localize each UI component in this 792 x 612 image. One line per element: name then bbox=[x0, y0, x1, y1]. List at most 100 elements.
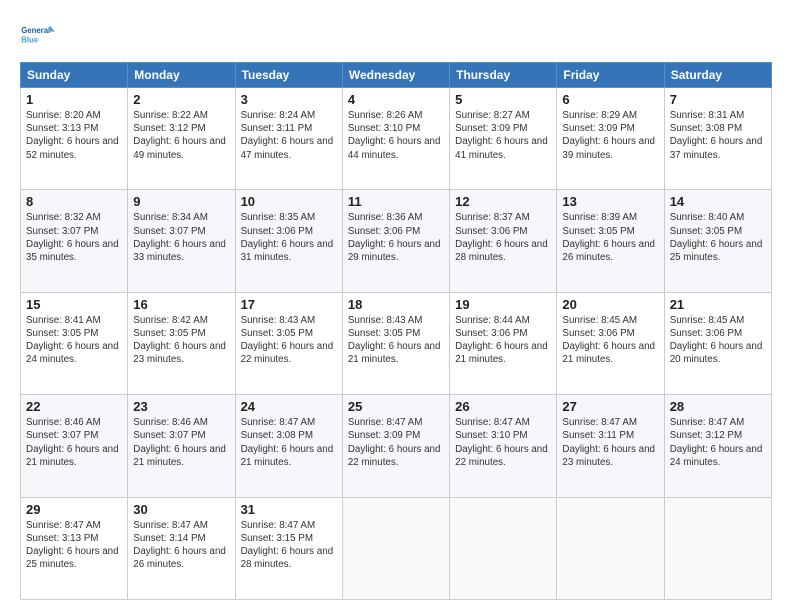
day-info: Sunrise: 8:29 AMSunset: 3:09 PMDaylight:… bbox=[562, 109, 658, 162]
day-number: 30 bbox=[133, 502, 229, 517]
day-info: Sunrise: 8:43 AMSunset: 3:05 PMDaylight:… bbox=[348, 314, 444, 367]
logo: General Blue bbox=[20, 16, 56, 52]
day-number: 10 bbox=[241, 194, 337, 209]
day-number: 2 bbox=[133, 92, 229, 107]
calendar-cell: 12 Sunrise: 8:37 AMSunset: 3:06 PMDaylig… bbox=[450, 190, 557, 292]
day-info: Sunrise: 8:26 AMSunset: 3:10 PMDaylight:… bbox=[348, 109, 444, 162]
svg-text:Blue: Blue bbox=[21, 35, 39, 44]
week-row-4: 22 Sunrise: 8:46 AMSunset: 3:07 PMDaylig… bbox=[21, 395, 772, 497]
day-number: 25 bbox=[348, 399, 444, 414]
day-number: 31 bbox=[241, 502, 337, 517]
day-number: 22 bbox=[26, 399, 122, 414]
day-number: 5 bbox=[455, 92, 551, 107]
day-number: 8 bbox=[26, 194, 122, 209]
day-info: Sunrise: 8:47 AMSunset: 3:15 PMDaylight:… bbox=[241, 519, 337, 572]
day-number: 20 bbox=[562, 297, 658, 312]
calendar-table: SundayMondayTuesdayWednesdayThursdayFrid… bbox=[20, 62, 772, 600]
day-info: Sunrise: 8:31 AMSunset: 3:08 PMDaylight:… bbox=[670, 109, 766, 162]
day-number: 7 bbox=[670, 92, 766, 107]
day-number: 16 bbox=[133, 297, 229, 312]
day-info: Sunrise: 8:32 AMSunset: 3:07 PMDaylight:… bbox=[26, 211, 122, 264]
calendar-cell: 5 Sunrise: 8:27 AMSunset: 3:09 PMDayligh… bbox=[450, 88, 557, 190]
day-info: Sunrise: 8:34 AMSunset: 3:07 PMDaylight:… bbox=[133, 211, 229, 264]
calendar-cell: 28 Sunrise: 8:47 AMSunset: 3:12 PMDaylig… bbox=[664, 395, 771, 497]
calendar-cell: 21 Sunrise: 8:45 AMSunset: 3:06 PMDaylig… bbox=[664, 292, 771, 394]
day-number: 11 bbox=[348, 194, 444, 209]
calendar-cell: 1 Sunrise: 8:20 AMSunset: 3:13 PMDayligh… bbox=[21, 88, 128, 190]
calendar-cell: 20 Sunrise: 8:45 AMSunset: 3:06 PMDaylig… bbox=[557, 292, 664, 394]
day-number: 4 bbox=[348, 92, 444, 107]
calendar-cell: 25 Sunrise: 8:47 AMSunset: 3:09 PMDaylig… bbox=[342, 395, 449, 497]
calendar-cell: 23 Sunrise: 8:46 AMSunset: 3:07 PMDaylig… bbox=[128, 395, 235, 497]
calendar-cell: 9 Sunrise: 8:34 AMSunset: 3:07 PMDayligh… bbox=[128, 190, 235, 292]
day-number: 28 bbox=[670, 399, 766, 414]
calendar-cell: 7 Sunrise: 8:31 AMSunset: 3:08 PMDayligh… bbox=[664, 88, 771, 190]
day-info: Sunrise: 8:39 AMSunset: 3:05 PMDaylight:… bbox=[562, 211, 658, 264]
day-info: Sunrise: 8:45 AMSunset: 3:06 PMDaylight:… bbox=[562, 314, 658, 367]
calendar-cell bbox=[664, 497, 771, 599]
calendar-cell: 30 Sunrise: 8:47 AMSunset: 3:14 PMDaylig… bbox=[128, 497, 235, 599]
day-info: Sunrise: 8:47 AMSunset: 3:11 PMDaylight:… bbox=[562, 416, 658, 469]
calendar-header: SundayMondayTuesdayWednesdayThursdayFrid… bbox=[21, 63, 772, 88]
calendar-cell: 29 Sunrise: 8:47 AMSunset: 3:13 PMDaylig… bbox=[21, 497, 128, 599]
calendar-cell: 27 Sunrise: 8:47 AMSunset: 3:11 PMDaylig… bbox=[557, 395, 664, 497]
day-info: Sunrise: 8:46 AMSunset: 3:07 PMDaylight:… bbox=[133, 416, 229, 469]
calendar-cell: 16 Sunrise: 8:42 AMSunset: 3:05 PMDaylig… bbox=[128, 292, 235, 394]
calendar-cell bbox=[450, 497, 557, 599]
week-row-2: 8 Sunrise: 8:32 AMSunset: 3:07 PMDayligh… bbox=[21, 190, 772, 292]
day-number: 29 bbox=[26, 502, 122, 517]
day-info: Sunrise: 8:36 AMSunset: 3:06 PMDaylight:… bbox=[348, 211, 444, 264]
calendar-cell: 17 Sunrise: 8:43 AMSunset: 3:05 PMDaylig… bbox=[235, 292, 342, 394]
day-number: 9 bbox=[133, 194, 229, 209]
day-info: Sunrise: 8:40 AMSunset: 3:05 PMDaylight:… bbox=[670, 211, 766, 264]
calendar-cell: 22 Sunrise: 8:46 AMSunset: 3:07 PMDaylig… bbox=[21, 395, 128, 497]
day-info: Sunrise: 8:47 AMSunset: 3:12 PMDaylight:… bbox=[670, 416, 766, 469]
day-info: Sunrise: 8:47 AMSunset: 3:13 PMDaylight:… bbox=[26, 519, 122, 572]
calendar-cell: 6 Sunrise: 8:29 AMSunset: 3:09 PMDayligh… bbox=[557, 88, 664, 190]
day-info: Sunrise: 8:45 AMSunset: 3:06 PMDaylight:… bbox=[670, 314, 766, 367]
calendar-cell: 2 Sunrise: 8:22 AMSunset: 3:12 PMDayligh… bbox=[128, 88, 235, 190]
calendar-cell: 11 Sunrise: 8:36 AMSunset: 3:06 PMDaylig… bbox=[342, 190, 449, 292]
day-info: Sunrise: 8:22 AMSunset: 3:12 PMDaylight:… bbox=[133, 109, 229, 162]
day-info: Sunrise: 8:41 AMSunset: 3:05 PMDaylight:… bbox=[26, 314, 122, 367]
header-day-monday: Monday bbox=[128, 63, 235, 88]
calendar-cell: 13 Sunrise: 8:39 AMSunset: 3:05 PMDaylig… bbox=[557, 190, 664, 292]
week-row-1: 1 Sunrise: 8:20 AMSunset: 3:13 PMDayligh… bbox=[21, 88, 772, 190]
calendar-cell bbox=[557, 497, 664, 599]
header-day-tuesday: Tuesday bbox=[235, 63, 342, 88]
day-info: Sunrise: 8:27 AMSunset: 3:09 PMDaylight:… bbox=[455, 109, 551, 162]
header-row: SundayMondayTuesdayWednesdayThursdayFrid… bbox=[21, 63, 772, 88]
day-info: Sunrise: 8:20 AMSunset: 3:13 PMDaylight:… bbox=[26, 109, 122, 162]
day-number: 6 bbox=[562, 92, 658, 107]
calendar-cell: 18 Sunrise: 8:43 AMSunset: 3:05 PMDaylig… bbox=[342, 292, 449, 394]
calendar-cell: 19 Sunrise: 8:44 AMSunset: 3:06 PMDaylig… bbox=[450, 292, 557, 394]
calendar-cell: 26 Sunrise: 8:47 AMSunset: 3:10 PMDaylig… bbox=[450, 395, 557, 497]
day-info: Sunrise: 8:47 AMSunset: 3:08 PMDaylight:… bbox=[241, 416, 337, 469]
calendar-cell: 24 Sunrise: 8:47 AMSunset: 3:08 PMDaylig… bbox=[235, 395, 342, 497]
day-number: 3 bbox=[241, 92, 337, 107]
day-number: 18 bbox=[348, 297, 444, 312]
header-day-saturday: Saturday bbox=[664, 63, 771, 88]
day-info: Sunrise: 8:35 AMSunset: 3:06 PMDaylight:… bbox=[241, 211, 337, 264]
day-number: 13 bbox=[562, 194, 658, 209]
calendar-cell: 14 Sunrise: 8:40 AMSunset: 3:05 PMDaylig… bbox=[664, 190, 771, 292]
calendar-cell bbox=[342, 497, 449, 599]
day-info: Sunrise: 8:37 AMSunset: 3:06 PMDaylight:… bbox=[455, 211, 551, 264]
day-number: 14 bbox=[670, 194, 766, 209]
header-day-thursday: Thursday bbox=[450, 63, 557, 88]
day-number: 26 bbox=[455, 399, 551, 414]
calendar-cell: 3 Sunrise: 8:24 AMSunset: 3:11 PMDayligh… bbox=[235, 88, 342, 190]
logo-svg: General Blue bbox=[20, 16, 56, 52]
day-number: 15 bbox=[26, 297, 122, 312]
calendar-cell: 15 Sunrise: 8:41 AMSunset: 3:05 PMDaylig… bbox=[21, 292, 128, 394]
page: General Blue SundayMondayTuesdayWednesda… bbox=[0, 0, 792, 612]
week-row-3: 15 Sunrise: 8:41 AMSunset: 3:05 PMDaylig… bbox=[21, 292, 772, 394]
calendar-body: 1 Sunrise: 8:20 AMSunset: 3:13 PMDayligh… bbox=[21, 88, 772, 600]
day-info: Sunrise: 8:43 AMSunset: 3:05 PMDaylight:… bbox=[241, 314, 337, 367]
day-number: 24 bbox=[241, 399, 337, 414]
day-info: Sunrise: 8:46 AMSunset: 3:07 PMDaylight:… bbox=[26, 416, 122, 469]
day-number: 12 bbox=[455, 194, 551, 209]
calendar-cell: 31 Sunrise: 8:47 AMSunset: 3:15 PMDaylig… bbox=[235, 497, 342, 599]
day-number: 17 bbox=[241, 297, 337, 312]
calendar-cell: 4 Sunrise: 8:26 AMSunset: 3:10 PMDayligh… bbox=[342, 88, 449, 190]
